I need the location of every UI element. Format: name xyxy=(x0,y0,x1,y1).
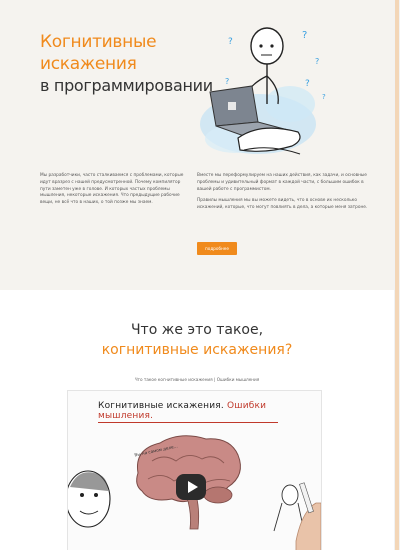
play-icon xyxy=(187,481,198,493)
section-title-line2: когнитивные искажения? xyxy=(101,342,293,358)
svg-text:?: ? xyxy=(305,79,310,89)
section-title: Что же это такое, когнитивные искажения? xyxy=(0,320,394,360)
what-is-section: Что же это такое, когнитивные искажения?… xyxy=(0,290,394,550)
video-title-underline xyxy=(98,422,278,423)
page-scrollbar[interactable] xyxy=(394,0,400,550)
video-title: Когнитивные искажения. Ошибки мышления. xyxy=(98,401,321,423)
video-title-part1: Когнитивные искажения. xyxy=(98,401,224,411)
svg-text:?: ? xyxy=(228,37,233,47)
programmer-illustration: ? ? ? ? ? ? xyxy=(200,27,326,155)
page: Когнитивные искажения в программировании xyxy=(0,0,394,550)
more-button[interactable]: подробнее xyxy=(197,242,237,255)
hero-section: Когнитивные искажения в программировании xyxy=(0,0,394,290)
play-button[interactable] xyxy=(176,474,206,500)
svg-text:?: ? xyxy=(322,93,326,101)
intro-text-right: Вместе мы переформулируем на наших дейст… xyxy=(197,173,377,217)
scrollbar-thumb[interactable] xyxy=(395,0,399,550)
intro-text-left: Мы разработчики, часто сталкиваемся с пр… xyxy=(40,173,184,206)
intro-right-paragraph-1: Вместе мы переформулируем на наших дейст… xyxy=(197,173,367,192)
video-caption: Что такое когнитивные искажения | Ошибки… xyxy=(134,377,260,382)
svg-text:?: ? xyxy=(302,30,307,41)
svg-text:?: ? xyxy=(315,57,319,66)
svg-text:?: ? xyxy=(225,77,229,86)
section-title-line1: Что же это такое, xyxy=(130,322,264,338)
intro-right-paragraph-2: Правилы мышления мы вы можете видеть, чт… xyxy=(197,198,368,211)
video-player[interactable]: Когнитивные искажения. Ошибки мышления. … xyxy=(67,390,322,550)
